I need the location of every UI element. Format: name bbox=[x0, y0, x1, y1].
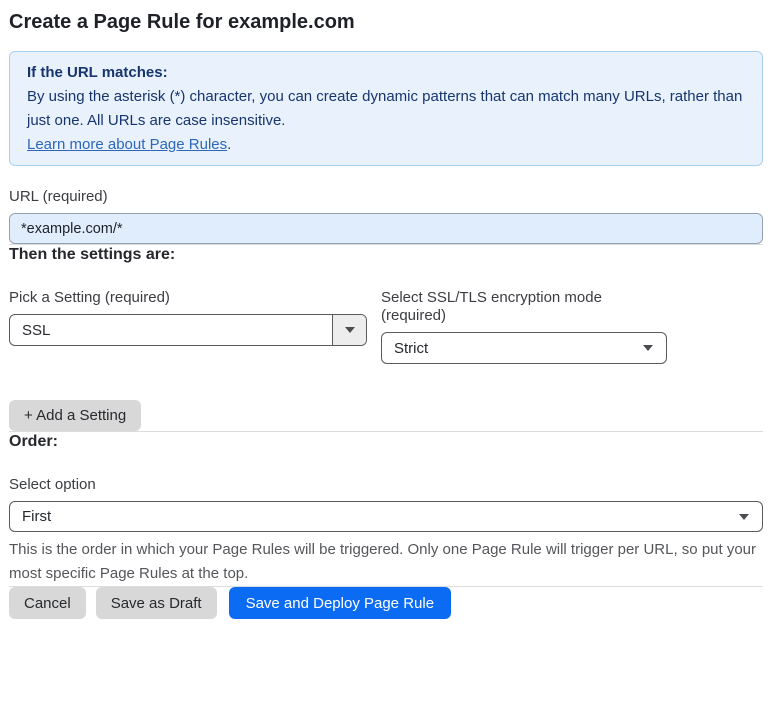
chevron-down-icon bbox=[332, 315, 366, 345]
pick-setting-column: Pick a Setting (required) SSL bbox=[9, 289, 367, 364]
order-help-text: This is the order in which your Page Rul… bbox=[9, 541, 757, 582]
save-deploy-button[interactable]: Save and Deploy Page Rule bbox=[228, 587, 452, 619]
info-box-link-row: Learn more about Page Rules. bbox=[27, 133, 745, 157]
url-field-label: URL (required) bbox=[9, 188, 108, 205]
settings-row: Pick a Setting (required) SSL Select SSL… bbox=[9, 289, 763, 364]
order-select[interactable]: First bbox=[9, 501, 763, 532]
info-box-heading: If the URL matches: bbox=[27, 64, 168, 81]
order-section-heading: Order: bbox=[9, 433, 58, 450]
footer-actions: Cancel Save as Draft Save and Deploy Pag… bbox=[9, 587, 763, 619]
pick-setting-label: Pick a Setting (required) bbox=[9, 289, 170, 306]
add-setting-button[interactable]: + Add a Setting bbox=[9, 400, 142, 431]
chevron-down-icon bbox=[643, 345, 653, 351]
url-input[interactable] bbox=[9, 213, 763, 244]
cancel-button[interactable]: Cancel bbox=[9, 587, 86, 619]
pick-setting-select[interactable]: SSL bbox=[9, 314, 367, 346]
save-draft-button[interactable]: Save as Draft bbox=[95, 587, 217, 619]
info-box-body: By using the asterisk (*) character, you… bbox=[27, 88, 743, 129]
ssl-mode-select[interactable]: Strict bbox=[381, 332, 667, 364]
ssl-mode-value: Strict bbox=[394, 339, 429, 357]
settings-section-heading: Then the settings are: bbox=[9, 246, 176, 263]
ssl-mode-label: Select SSL/TLS encryption mode (required… bbox=[381, 289, 602, 324]
learn-more-link[interactable]: Learn more about Page Rules bbox=[27, 136, 227, 153]
link-period: . bbox=[227, 136, 232, 153]
ssl-mode-column: Select SSL/TLS encryption mode (required… bbox=[381, 289, 667, 364]
order-select-value: First bbox=[22, 508, 52, 525]
order-select-label: Select option bbox=[9, 476, 96, 493]
url-match-info-box: If the URL matches: By using the asteris… bbox=[9, 51, 763, 166]
create-page-rule-form: Create a Page Rule for example.com If th… bbox=[0, 0, 772, 711]
chevron-down-icon bbox=[739, 513, 749, 520]
page-title: Create a Page Rule for example.com bbox=[9, 11, 355, 33]
pick-setting-value: SSL bbox=[22, 321, 51, 339]
